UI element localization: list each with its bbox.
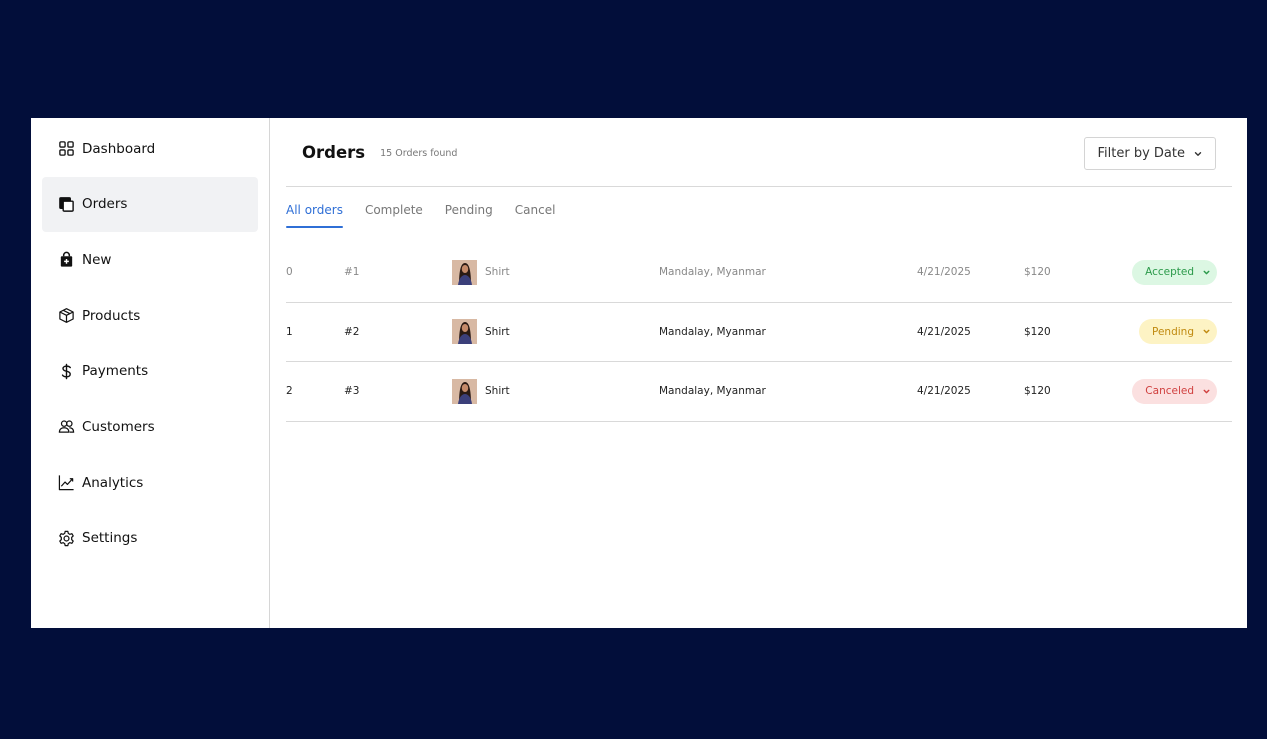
sidebar-item-label: Settings (82, 530, 138, 547)
order-price: $120 (1024, 385, 1051, 398)
row-index: 1 (286, 325, 293, 338)
sidebar-item-label: Payments (82, 363, 149, 380)
chart-line-icon (57, 474, 75, 492)
page-title: Orders (302, 142, 366, 162)
tab-pending[interactable]: Pending (445, 203, 493, 228)
chevron-down-icon (1203, 329, 1210, 334)
sidebar-item-settings[interactable]: Settings (42, 511, 258, 566)
status-badge[interactable]: Canceled (1132, 378, 1217, 404)
filter-by-date-button[interactable]: Filter by Date (1083, 137, 1216, 170)
page-header: Orders 15 Orders found Filter by Date (286, 118, 1232, 187)
tab-cancel[interactable]: Cancel (515, 203, 556, 228)
sidebar-item-analytics[interactable]: Analytics (42, 455, 258, 510)
order-id: #3 (344, 385, 360, 398)
grid-icon (57, 140, 75, 158)
product-thumbnail (452, 259, 477, 285)
order-tabs: All orders Complete Pending Cancel (286, 203, 1232, 228)
product-name: Shirt (485, 325, 510, 338)
order-location: Mandalay, Myanmar (659, 385, 766, 398)
product-thumbnail (452, 319, 477, 345)
sidebar-item-products[interactable]: Products (42, 288, 258, 343)
order-location: Mandalay, Myanmar (659, 325, 766, 338)
product-name: Shirt (485, 266, 510, 279)
sidebar-item-label: Analytics (82, 474, 144, 491)
row-index: 0 (286, 266, 293, 279)
sidebar-item-label: New (82, 251, 112, 268)
app-window: Dashboard Orders New Products Payments C… (31, 118, 1247, 628)
box-icon (57, 307, 75, 325)
product-thumbnail (452, 378, 477, 404)
sidebar-item-label: Products (82, 307, 141, 324)
sidebar-item-orders[interactable]: Orders (42, 176, 258, 232)
chevron-down-icon (1203, 389, 1210, 394)
dollar-icon (57, 362, 75, 380)
sidebar-item-payments[interactable]: Payments (42, 344, 258, 399)
sidebar-item-dashboard[interactable]: Dashboard (42, 121, 258, 176)
orders-table: 0 #1 Shirt Mandalay, Myanmar 4/21/2025 $… (286, 243, 1232, 422)
status-label: Pending (1152, 325, 1194, 338)
product-cell: Shirt (452, 378, 510, 404)
tab-all-orders[interactable]: All orders (286, 203, 343, 228)
main-content: Orders 15 Orders found Filter by Date Al… (270, 118, 1247, 628)
bag-icon (57, 251, 75, 269)
chevron-down-icon (1203, 270, 1210, 275)
table-row[interactable]: 0 #1 Shirt Mandalay, Myanmar 4/21/2025 $… (286, 243, 1232, 303)
sidebar-item-new[interactable]: New (42, 232, 258, 287)
filter-button-label: Filter by Date (1097, 146, 1185, 161)
sidebar-item-customers[interactable]: Customers (42, 399, 258, 454)
chevron-down-icon (1194, 151, 1202, 156)
row-index: 2 (286, 385, 293, 398)
orders-count: 15 Orders found (380, 147, 458, 159)
status-label: Accepted (1145, 266, 1194, 279)
status-badge[interactable]: Pending (1139, 319, 1217, 345)
status-label: Canceled (1145, 385, 1194, 398)
users-icon (57, 418, 75, 436)
table-row[interactable]: 2 #3 Shirt Mandalay, Myanmar 4/21/2025 $… (286, 362, 1232, 422)
orders-icon (57, 195, 75, 213)
product-cell: Shirt (452, 319, 510, 345)
sidebar-item-label: Customers (82, 418, 155, 435)
gear-icon (57, 529, 75, 547)
order-date: 4/21/2025 (917, 266, 971, 279)
sidebar-item-label: Dashboard (82, 140, 156, 157)
sidebar-item-label: Orders (82, 196, 128, 213)
order-location: Mandalay, Myanmar (659, 266, 766, 279)
product-cell: Shirt (452, 259, 510, 285)
order-id: #2 (344, 325, 360, 338)
order-price: $120 (1024, 325, 1051, 338)
table-row[interactable]: 1 #2 Shirt Mandalay, Myanmar 4/21/2025 $… (286, 303, 1232, 362)
product-name: Shirt (485, 385, 510, 398)
order-date: 4/21/2025 (917, 385, 971, 398)
order-id: #1 (344, 266, 360, 279)
status-badge[interactable]: Accepted (1132, 259, 1217, 285)
sidebar: Dashboard Orders New Products Payments C… (31, 118, 270, 628)
order-price: $120 (1024, 266, 1051, 279)
order-date: 4/21/2025 (917, 325, 971, 338)
tab-complete[interactable]: Complete (365, 203, 423, 228)
